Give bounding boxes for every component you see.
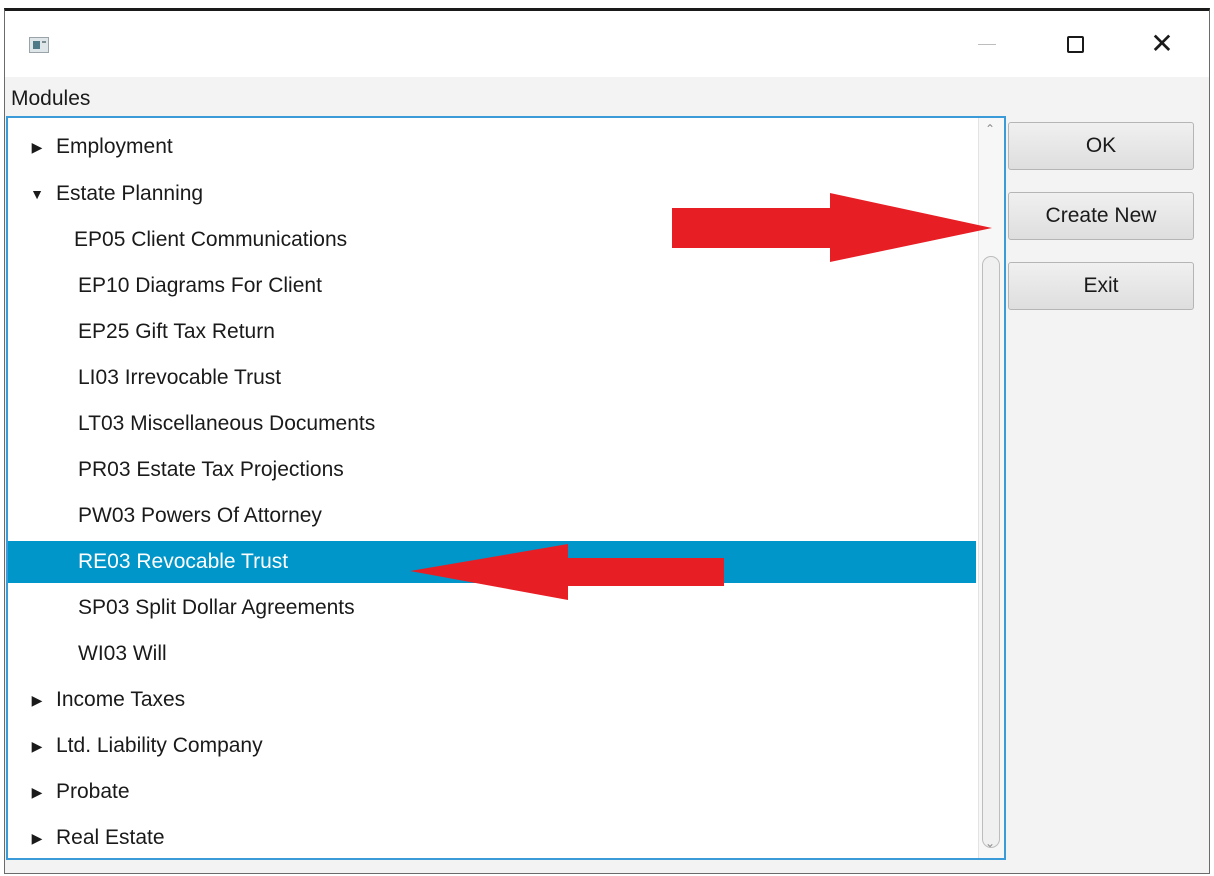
tree-row-label: LI03 Irrevocable Trust bbox=[78, 366, 282, 389]
minimize-icon bbox=[978, 43, 996, 45]
tree-category-row[interactable]: ▶ Employment bbox=[8, 126, 976, 168]
expand-right-icon[interactable]: ▶ bbox=[30, 830, 44, 847]
title-bar: ✕ bbox=[5, 11, 1209, 77]
expand-right-icon[interactable]: ▶ bbox=[30, 738, 44, 755]
tree-category-row[interactable]: ▶ Probate bbox=[8, 771, 976, 813]
tree-category-row[interactable]: ▶ Income Taxes bbox=[8, 679, 976, 721]
tree-item-row[interactable]: PR03 Estate Tax Projections bbox=[8, 449, 976, 491]
tree-row-label: Real Estate bbox=[56, 826, 165, 849]
tree-item-row[interactable]: PW03 Powers Of Attorney bbox=[8, 495, 976, 537]
tree-item-row[interactable]: EP25 Gift Tax Return bbox=[8, 311, 976, 353]
ok-button[interactable]: OK bbox=[1008, 122, 1194, 170]
tree-row-label: Estate Planning bbox=[56, 182, 204, 205]
minimize-button[interactable] bbox=[957, 21, 1017, 67]
tree-row-label: PR03 Estate Tax Projections bbox=[78, 458, 344, 481]
expand-right-icon[interactable]: ▶ bbox=[30, 692, 44, 709]
tree-row-label: SP03 Split Dollar Agreements bbox=[78, 596, 355, 619]
tree-row-label: Ltd. Liability Company bbox=[56, 734, 263, 757]
tree-item-row[interactable]: RE03 Revocable Trust bbox=[8, 541, 976, 583]
tree-item-row[interactable]: LI03 Irrevocable Trust bbox=[8, 357, 976, 399]
module-tree[interactable]: ▶ Employment ▼ Estate Planning EP05 Client C… bbox=[6, 116, 1006, 860]
tree-row-label: EP05 Client Communications bbox=[74, 228, 348, 251]
scroll-down-icon[interactable]: ⌄ bbox=[985, 836, 995, 850]
app-icon bbox=[29, 37, 49, 53]
tree-row-label: Income Taxes bbox=[56, 688, 186, 711]
tree-item-row[interactable]: EP05 Client Communications bbox=[8, 219, 976, 261]
scroll-thumb[interactable] bbox=[982, 256, 1000, 848]
expand-down-icon[interactable]: ▼ bbox=[30, 186, 44, 202]
menu-modules[interactable]: Modules bbox=[11, 87, 90, 111]
expand-right-icon[interactable]: ▶ bbox=[30, 784, 44, 801]
tree-item-row[interactable]: SP03 Split Dollar Agreements bbox=[8, 587, 976, 629]
tree-row-label: Probate bbox=[56, 780, 130, 803]
tree-category-row[interactable]: ▶ Real Estate bbox=[8, 817, 976, 858]
close-button[interactable]: ✕ bbox=[1132, 21, 1192, 67]
tree-item-row[interactable]: LT03 Miscellaneous Documents bbox=[8, 403, 976, 445]
tree-category-row[interactable]: ▼ Estate Planning bbox=[8, 173, 976, 215]
expand-right-icon[interactable]: ▶ bbox=[30, 139, 44, 156]
maximize-icon bbox=[1066, 35, 1084, 53]
scroll-up-icon[interactable]: ⌃ bbox=[985, 122, 995, 136]
tree-scrollbar[interactable]: ⌃ ⌄ bbox=[978, 118, 1004, 858]
tree-row-label: WI03 Will bbox=[78, 642, 167, 665]
create-new-button[interactable]: Create New bbox=[1008, 192, 1194, 240]
tree-row-label: Employment bbox=[56, 135, 173, 158]
tree-row-label: PW03 Powers Of Attorney bbox=[78, 504, 322, 527]
tree-row-label: EP25 Gift Tax Return bbox=[78, 320, 275, 343]
close-icon: ✕ bbox=[1150, 27, 1174, 60]
exit-button[interactable]: Exit bbox=[1008, 262, 1194, 310]
tree-row-label: LT03 Miscellaneous Documents bbox=[78, 412, 376, 435]
tree-item-row[interactable]: WI03 Will bbox=[8, 633, 976, 675]
tree-row-label: RE03 Revocable Trust bbox=[78, 550, 289, 573]
tree-item-row[interactable]: EP10 Diagrams For Client bbox=[8, 265, 976, 307]
tree-category-row[interactable]: ▶ Ltd. Liability Company bbox=[8, 725, 976, 767]
tree-row-label: EP10 Diagrams For Client bbox=[78, 274, 322, 297]
maximize-button[interactable] bbox=[1045, 21, 1105, 67]
